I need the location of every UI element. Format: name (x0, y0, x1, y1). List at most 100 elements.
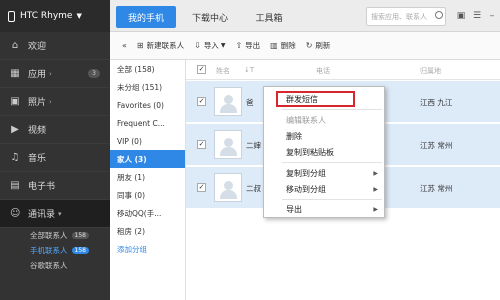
sidebar-subitem-google-contacts[interactable]: 谷歌联系人 (0, 258, 110, 273)
menu-item-move-to-group[interactable]: 移动到分组 (286, 184, 326, 195)
chevron-down-icon: ▼ (220, 42, 226, 49)
contact-name: 爸 (246, 98, 254, 107)
contact-location: 江苏 常州 (420, 141, 453, 150)
export-icon: ⇧ (235, 41, 243, 50)
contacts-icon: ☺ (10, 207, 21, 219)
sidebar-subitem-label: 全部联系人 (30, 231, 68, 240)
select-all-checkbox[interactable]: ✓ (197, 65, 206, 74)
menu-item-delete[interactable]: 删除 (286, 131, 302, 142)
group-item[interactable]: 租房 (2) (110, 222, 185, 240)
menu-item-copy-clipboard[interactable]: 复制到粘贴板 (286, 147, 334, 158)
menu-item-send-sms[interactable]: 群发短信 (286, 94, 318, 105)
menu-item-copy-to-group[interactable]: 复制到分组 (286, 168, 326, 179)
search-icon[interactable] (435, 11, 443, 19)
chevron-down-icon: ▾ (58, 209, 62, 218)
music-icon: ♫ (10, 151, 20, 163)
sidebar-item-label: 欢迎 (28, 42, 47, 52)
context-menu: 群发短信 编辑联系人 删除 复制到粘贴板 复制到分组 ▶ 移动到分组 ▶ 导出 … (263, 86, 385, 218)
sidebar-item-label: 通讯录 (28, 210, 56, 220)
skin-icon[interactable]: ▣ (454, 9, 468, 23)
new-contact-label: 新建联系人 (146, 41, 185, 50)
book-icon: ▤ (10, 179, 20, 191)
sidebar: ⌂ 欢迎 ▦ 应用 › 3 ▣ 照片 › ▶ 视频 ♫ 音乐 ▤ 电子书 ☺ 通… (0, 32, 110, 300)
add-group-link[interactable]: 添加分组 (110, 240, 185, 258)
menu-divider (282, 162, 382, 163)
tab-download-center[interactable]: 下载中心 (182, 6, 238, 28)
apps-icon: ▦ (10, 67, 20, 79)
plus-icon: ⊞ (136, 41, 144, 50)
phone-icon (8, 10, 15, 22)
chevron-right-icon: ▶ (373, 186, 378, 193)
sidebar-item-label: 视频 (28, 126, 47, 136)
header-phone[interactable]: 电话 (316, 66, 330, 76)
new-contact-button[interactable]: ⊞ 新建联系人 (137, 40, 184, 51)
search-input[interactable]: 搜索应用、联系人 (366, 7, 446, 26)
video-icon: ▶ (11, 123, 19, 135)
group-item[interactable]: VIP (0) (110, 132, 185, 150)
home-icon: ⌂ (11, 39, 19, 51)
top-bar: HTC Rhyme ▼ 我的手机 下载中心 工具箱 搜索应用、联系人 ▣ ☰ – (0, 0, 500, 32)
avatar (214, 173, 242, 202)
export-label: 导出 (245, 41, 261, 50)
import-label: 导入 (203, 41, 219, 50)
sidebar-subitem-all-contacts[interactable]: 全部联系人 158 (0, 228, 110, 243)
sidebar-item-label: 应用 (28, 70, 47, 80)
apps-count-badge: 3 (88, 69, 100, 78)
refresh-button[interactable]: ↻ 刷新 (306, 40, 331, 51)
menu-item-export[interactable]: 导出 (286, 204, 302, 215)
sidebar-item-video[interactable]: ▶ 视频 (0, 116, 110, 144)
group-item[interactable]: 全部 (158) (110, 60, 185, 78)
chevron-right-icon: ▶ (373, 170, 378, 177)
group-item[interactable]: 移动QQ(手... (110, 204, 185, 222)
sort-icon[interactable]: ↓T (244, 66, 254, 74)
chevron-down-icon: ▼ (76, 12, 82, 20)
delete-button[interactable]: ▥ 删除 (270, 40, 296, 51)
group-item[interactable]: 未分组 (151) (110, 78, 185, 96)
contact-name: 二婶 (246, 141, 261, 150)
export-button[interactable]: ⇧ 导出 (235, 40, 260, 51)
sidebar-item-music[interactable]: ♫ 音乐 (0, 144, 110, 172)
avatar (214, 87, 242, 116)
menu-icon[interactable]: ☰ (470, 9, 484, 23)
group-item[interactable]: Frequent C... (110, 114, 185, 132)
avatar (214, 130, 242, 159)
minimize-icon[interactable]: – (485, 9, 499, 23)
delete-label: 删除 (280, 41, 296, 50)
sidebar-item-photos[interactable]: ▣ 照片 › (0, 88, 110, 116)
contact-location: 江苏 常州 (420, 184, 453, 193)
tab-toolbox[interactable]: 工具箱 (244, 6, 294, 28)
sidebar-item-ebook[interactable]: ▤ 电子书 (0, 172, 110, 200)
contact-location: 江西 九江 (420, 98, 453, 107)
row-checkbox[interactable]: ✓ (197, 97, 206, 106)
sidebar-item-apps[interactable]: ▦ 应用 › 3 (0, 60, 110, 88)
sidebar-subitem-label: 手机联系人 (30, 246, 68, 255)
refresh-icon: ↻ (305, 41, 313, 50)
chevron-right-icon: › (49, 97, 52, 106)
sidebar-item-welcome[interactable]: ⌂ 欢迎 (0, 32, 110, 60)
group-item[interactable]: 同事 (0) (110, 186, 185, 204)
chevron-right-icon: ▶ (373, 206, 378, 213)
menu-item-edit-contact[interactable]: 编辑联系人 (286, 115, 326, 126)
contacts-toolbar: « ⊞ 新建联系人 ⇩ 导入 ▼ ⇧ 导出 ▥ 删除 ↻ 刷新 (110, 32, 500, 60)
collapse-icon[interactable]: « (122, 41, 127, 50)
tab-my-phone[interactable]: 我的手机 (116, 6, 176, 28)
group-item[interactable]: 朋友 (1) (110, 168, 185, 186)
menu-divider (282, 109, 382, 110)
header-name[interactable]: 姓名 (216, 66, 230, 76)
device-name: HTC Rhyme (20, 11, 73, 21)
group-item-selected[interactable]: 家人 (3) (110, 150, 185, 168)
count-badge: 158 (71, 247, 89, 254)
sidebar-item-label: 音乐 (28, 154, 47, 164)
sidebar-subitem-phone-contacts[interactable]: 手机联系人 158 (0, 243, 110, 258)
import-icon: ⇩ (194, 41, 201, 50)
contact-name: 二叔 (246, 184, 261, 193)
header-location[interactable]: 归属地 (420, 66, 441, 76)
group-item[interactable]: Favorites (0) (110, 96, 185, 114)
photo-icon: ▣ (10, 95, 20, 107)
sidebar-subitem-label: 谷歌联系人 (30, 261, 68, 270)
row-checkbox[interactable]: ✓ (197, 140, 206, 149)
row-checkbox[interactable]: ✓ (197, 183, 206, 192)
import-button[interactable]: ⇩ 导入 ▼ (194, 40, 225, 51)
device-selector[interactable]: HTC Rhyme ▼ (0, 0, 110, 32)
sidebar-item-contacts[interactable]: ☺ 通讯录 ▾ (0, 200, 110, 228)
